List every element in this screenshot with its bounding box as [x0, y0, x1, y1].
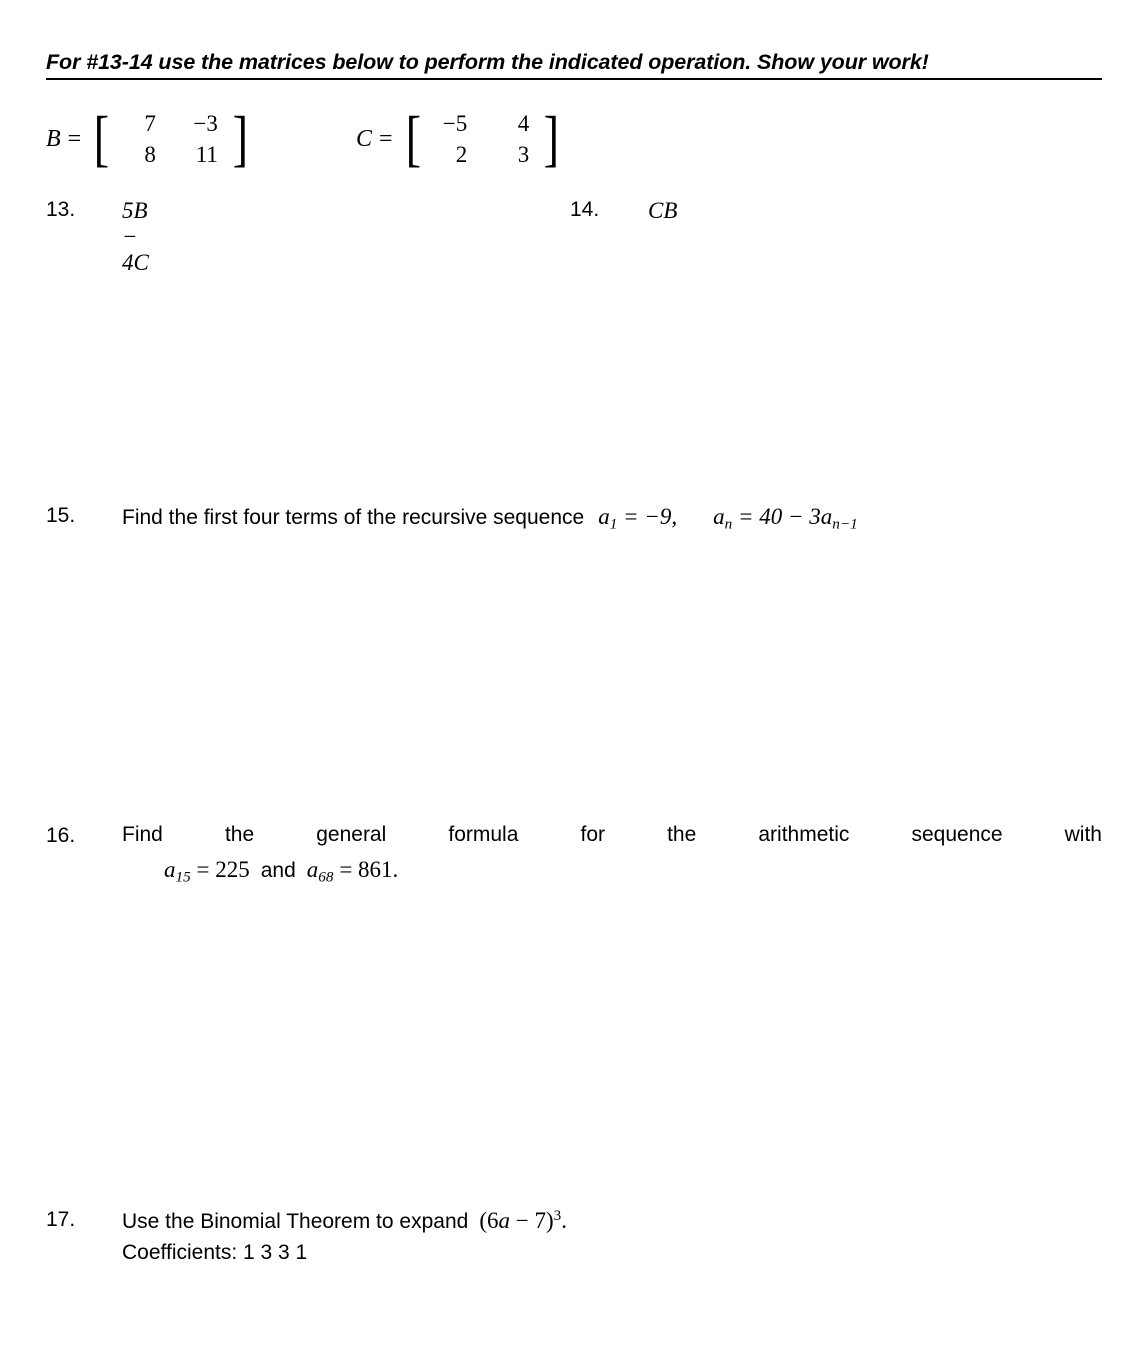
- matrix-b-open-bracket: [: [93, 104, 110, 173]
- matrix-b-equals: =: [67, 125, 82, 152]
- matrix-c-cell-r1c1: −5: [442, 111, 468, 136]
- problem-17-line1: Use the Binomial Theorem to expand (6a − …: [122, 1208, 567, 1234]
- matrix-b-cell-r2c2: 11: [195, 142, 218, 167]
- matrix-c-equals: =: [379, 125, 393, 152]
- problem-13-number: 13.: [46, 198, 76, 221]
- matrix-b-close-bracket: ]: [232, 104, 248, 173]
- matrix-b-cell-r1c1: 7: [144, 111, 156, 136]
- problem-15-recursion: an = 40 − 3an−1: [713, 504, 858, 533]
- problem-17-coefficients: Coefficients: 1 3 3 1: [122, 1241, 308, 1264]
- problem-15-text: Find the first four terms of the recursi…: [122, 506, 585, 529]
- problem-17-expression: (6a − 7)3.: [479, 1207, 567, 1233]
- matrix-definition-c: C = [ −5 4 2 3 ]: [356, 108, 562, 170]
- problem-16-number: 16.: [46, 824, 76, 847]
- matrix-b-grid: 7 −3 8 11: [114, 108, 228, 170]
- matrix-c-cell-r1c2: 4: [517, 111, 530, 136]
- matrix-c-cell-r2c1: 2: [455, 142, 468, 167]
- problem-15-first-term: a1 = −9,: [598, 504, 678, 533]
- problem-16-and: and: [260, 859, 296, 882]
- problem-14-expression: CB: [648, 198, 678, 223]
- matrix-b-label: B: [46, 125, 61, 152]
- matrix-c-open-bracket: [: [405, 104, 421, 173]
- matrix-c-label: C: [356, 125, 373, 152]
- matrix-c-cell-r2c2: 3: [517, 142, 530, 167]
- matrix-c-close-bracket: ]: [543, 104, 560, 173]
- problem-17-number: 17.: [46, 1208, 76, 1231]
- problem-17-text: Use the Binomial Theorem to expand: [122, 1210, 469, 1233]
- problem-13-expression: 5B − 4C: [122, 198, 149, 275]
- problem-15-number: 15.: [46, 504, 76, 527]
- problem-16-term-15: a15: [164, 857, 191, 886]
- matrix-c-grid: −5 4 2 3: [425, 108, 539, 170]
- problem-16-term-68: a68: [306, 857, 334, 886]
- problem-16-line2: a15 = 225 and a68 = 861.: [164, 857, 399, 886]
- matrix-definition-b: B = [ 7 −3 8 11 ]: [46, 108, 251, 170]
- matrix-b-cell-r2c1: 8: [144, 142, 156, 167]
- matrix-b-cell-r1c2: −3: [193, 111, 218, 136]
- problem-14-number: 14.: [570, 198, 600, 221]
- problem-16-line1: Find the general formula for the arithme…: [122, 823, 1102, 846]
- problem-15-body: Find the first four terms of the recursi…: [122, 504, 858, 533]
- matrix-definitions-row: B = [ 7 −3 8 11 ] C = [ −5 4 2 3 ]: [46, 108, 1102, 174]
- worksheet-instruction-header: For #13-14 use the matrices below to per…: [46, 50, 1102, 80]
